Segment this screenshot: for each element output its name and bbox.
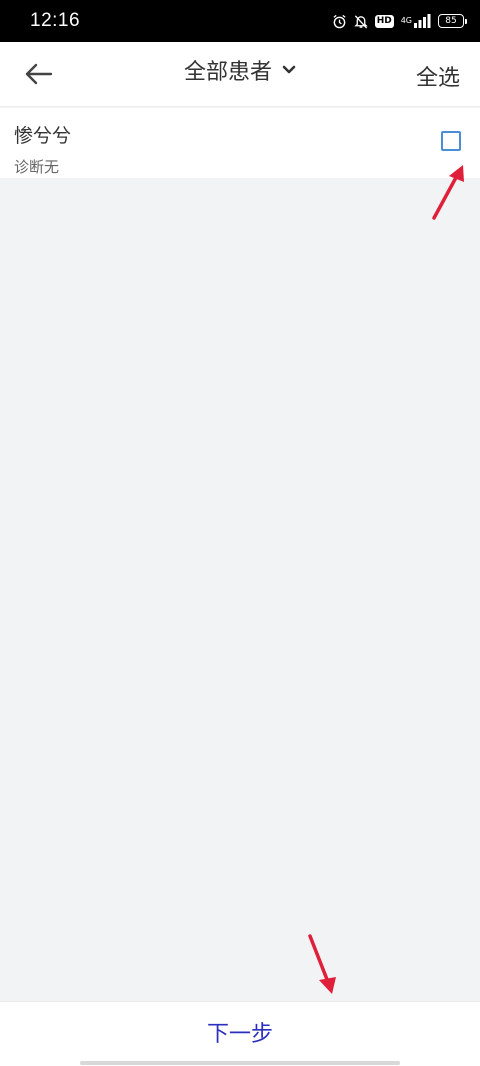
header: 全部患者 全选: [0, 42, 480, 107]
signal-icon: 4G: [401, 14, 431, 28]
status-icons: HD 4G 85: [332, 14, 467, 29]
mute-icon: [353, 14, 368, 29]
annotation-arrow-icon: [308, 934, 336, 994]
patient-filter-dropdown[interactable]: 全部患者: [160, 50, 320, 90]
patient-select-checkbox[interactable]: [441, 131, 461, 151]
status-bar: 12:16 HD 4G 85: [0, 0, 480, 42]
network-type-label: 4G: [400, 16, 412, 25]
home-indicator[interactable]: [80, 1061, 400, 1065]
patient-name: 惨兮兮: [14, 125, 72, 147]
status-time: 12:16: [30, 10, 81, 31]
battery-icon: 85: [438, 14, 467, 28]
select-all-button[interactable]: 全选: [416, 60, 460, 92]
patient-diagnosis: 诊断无: [14, 158, 60, 176]
next-step-button[interactable]: 下一步: [140, 1008, 340, 1056]
chevron-down-icon: [282, 65, 296, 74]
back-button[interactable]: [18, 56, 58, 92]
patient-list-item[interactable]: 惨兮兮 诊断无: [0, 108, 480, 178]
bottom-bar: 下一步: [0, 1001, 480, 1066]
alarm-icon: [332, 14, 347, 29]
back-arrow-icon: [25, 63, 53, 85]
screen: 12:16 HD 4G 85 全部患者 全选 惨兮兮 诊断无 下一步: [0, 0, 480, 1066]
page-title: 全部患者: [183, 60, 272, 85]
hd-icon: HD: [374, 14, 394, 28]
